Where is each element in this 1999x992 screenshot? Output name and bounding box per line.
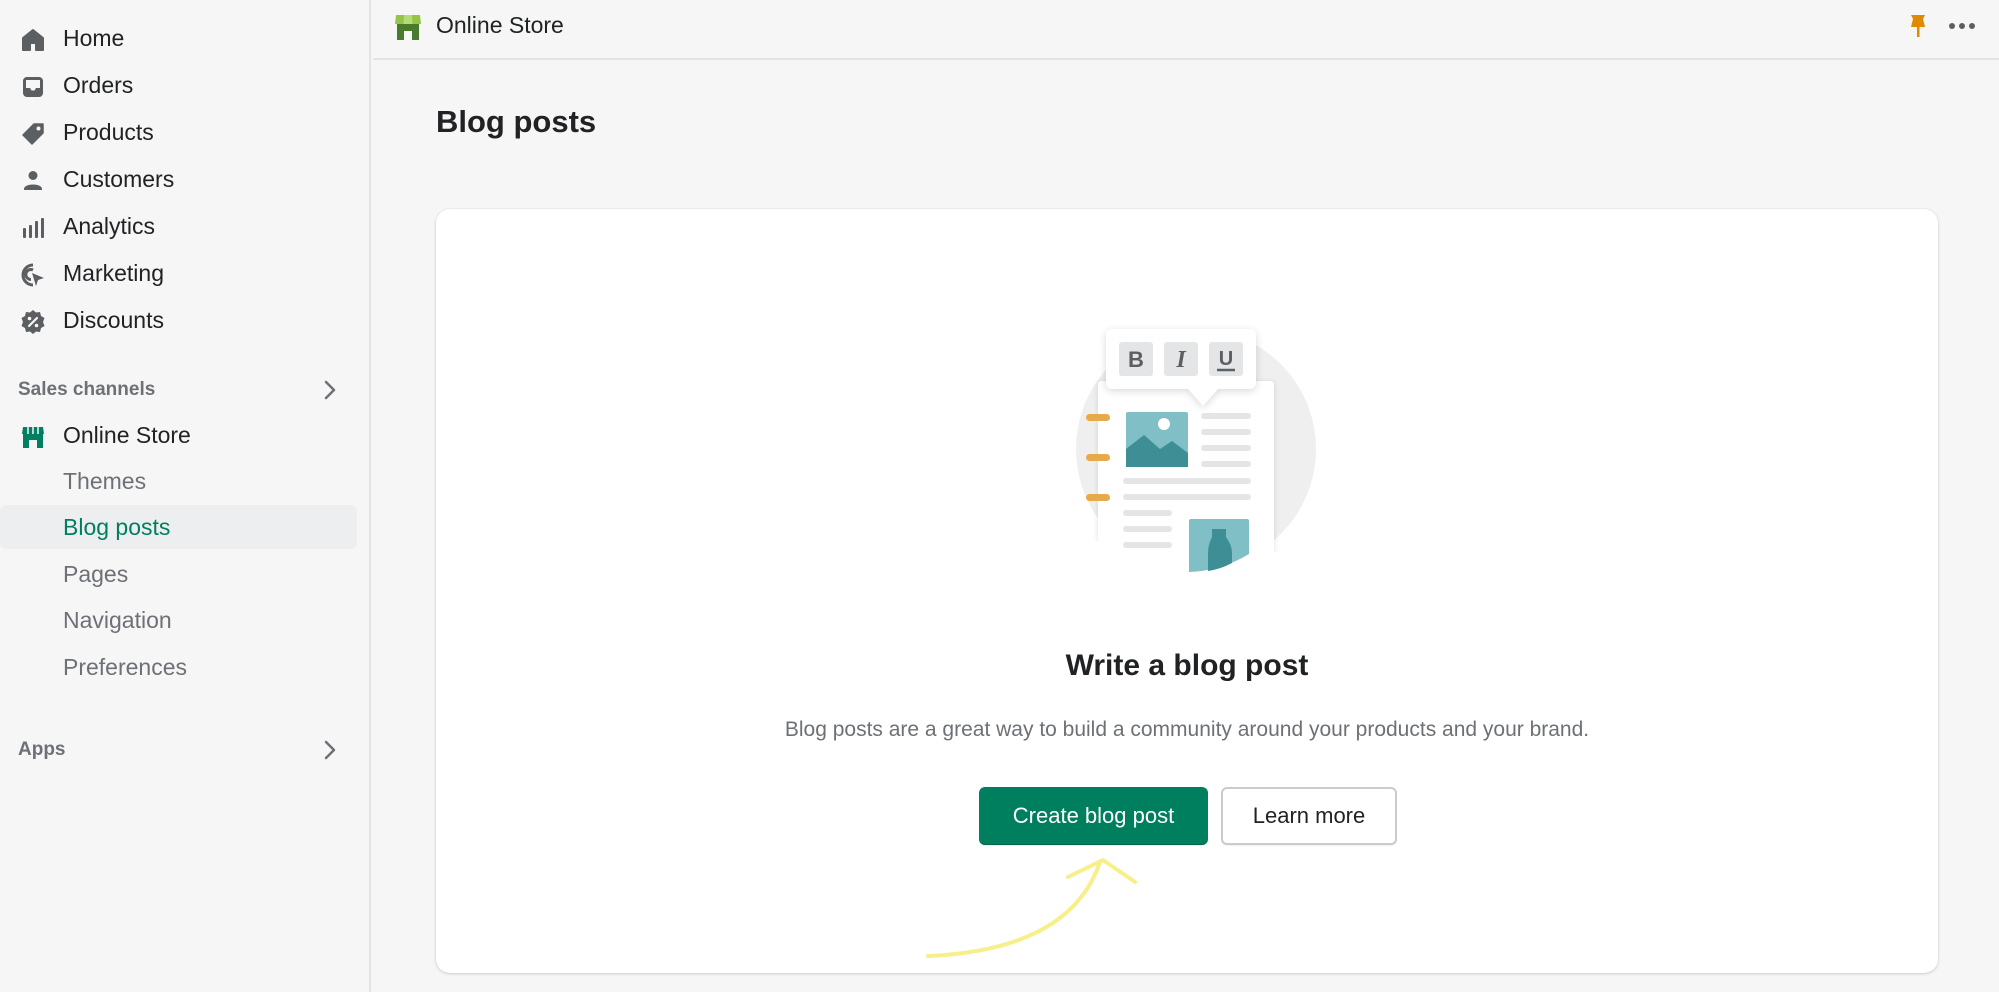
underline-glyph: U (1219, 348, 1233, 370)
chevron-right-icon[interactable] (322, 738, 338, 762)
person-icon (20, 168, 46, 194)
empty-state-description: Blog posts are a great way to build a co… (784, 718, 1590, 741)
sidebar-item-label: Home (63, 24, 125, 51)
sidebar-item-products[interactable]: Products (0, 110, 357, 154)
sidebar: Home Orders Products Customers Analytics… (0, 0, 371, 992)
sidebar-item-analytics[interactable]: Analytics (0, 204, 357, 248)
sidebar-subitem-blog-posts[interactable]: Blog posts (0, 505, 357, 549)
sidebar-subitem-preferences[interactable]: Preferences (0, 645, 357, 689)
tag-icon (20, 121, 46, 147)
page-title: Blog posts (436, 104, 597, 139)
sidebar-subitem-label: Pages (63, 560, 129, 587)
pin-icon[interactable] (1907, 13, 1929, 39)
sidebar-item-label: Customers (63, 165, 175, 192)
sidebar-item-marketing[interactable]: Marketing (0, 251, 357, 295)
discount-badge-icon (20, 309, 46, 335)
italic-glyph: I (1175, 347, 1187, 373)
sidebar-item-label: Marketing (63, 259, 164, 286)
sidebar-subitem-themes[interactable]: Themes (0, 459, 357, 503)
bold-glyph: B (1128, 347, 1144, 372)
sidebar-item-online-store[interactable]: Online Store (0, 413, 357, 457)
sidebar-subitem-label: Blog posts (63, 513, 171, 540)
top-bar: Online Store (373, 0, 1999, 60)
sidebar-item-discounts[interactable]: Discounts (0, 298, 357, 342)
sidebar-item-label: Orders (63, 71, 134, 98)
orders-inbox-icon (20, 74, 46, 100)
sales-channels-label: Sales channels (18, 379, 156, 400)
storefront-icon (20, 424, 46, 450)
sidebar-item-label: Products (63, 118, 154, 145)
sidebar-subitem-label: Preferences (63, 653, 188, 680)
empty-state-heading: Write a blog post (1065, 649, 1309, 682)
target-cursor-icon (20, 262, 46, 288)
create-blog-post-button[interactable]: Create blog post (979, 787, 1208, 845)
sales-channels-header: Sales channels (18, 375, 338, 405)
sidebar-item-label: Analytics (63, 212, 156, 239)
sidebar-subitem-label: Navigation (63, 606, 172, 633)
more-horizontal-icon[interactable] (1947, 16, 1977, 36)
sidebar-subitem-navigation[interactable]: Navigation (0, 598, 357, 642)
empty-state-card: B I U Write a blog post Blog posts are a… (436, 209, 1938, 973)
sidebar-item-label: Online Store (63, 421, 191, 448)
apps-label: Apps (18, 739, 66, 760)
sidebar-item-customers[interactable]: Customers (0, 157, 357, 201)
topbar-title: Online Store (436, 12, 564, 38)
bar-chart-icon (20, 215, 46, 241)
sidebar-subitem-label: Themes (63, 467, 147, 494)
chevron-right-icon[interactable] (322, 378, 338, 402)
sidebar-item-orders[interactable]: Orders (0, 63, 357, 107)
learn-more-button[interactable]: Learn more (1221, 787, 1397, 845)
storefront-icon (395, 15, 421, 40)
sidebar-item-label: Discounts (63, 306, 164, 333)
blog-post-illustration: B I U (1076, 329, 1316, 579)
sidebar-subitem-pages[interactable]: Pages (0, 552, 357, 596)
apps-header[interactable]: Apps (18, 735, 338, 765)
home-icon (20, 27, 46, 53)
sidebar-item-home[interactable]: Home (0, 16, 357, 60)
